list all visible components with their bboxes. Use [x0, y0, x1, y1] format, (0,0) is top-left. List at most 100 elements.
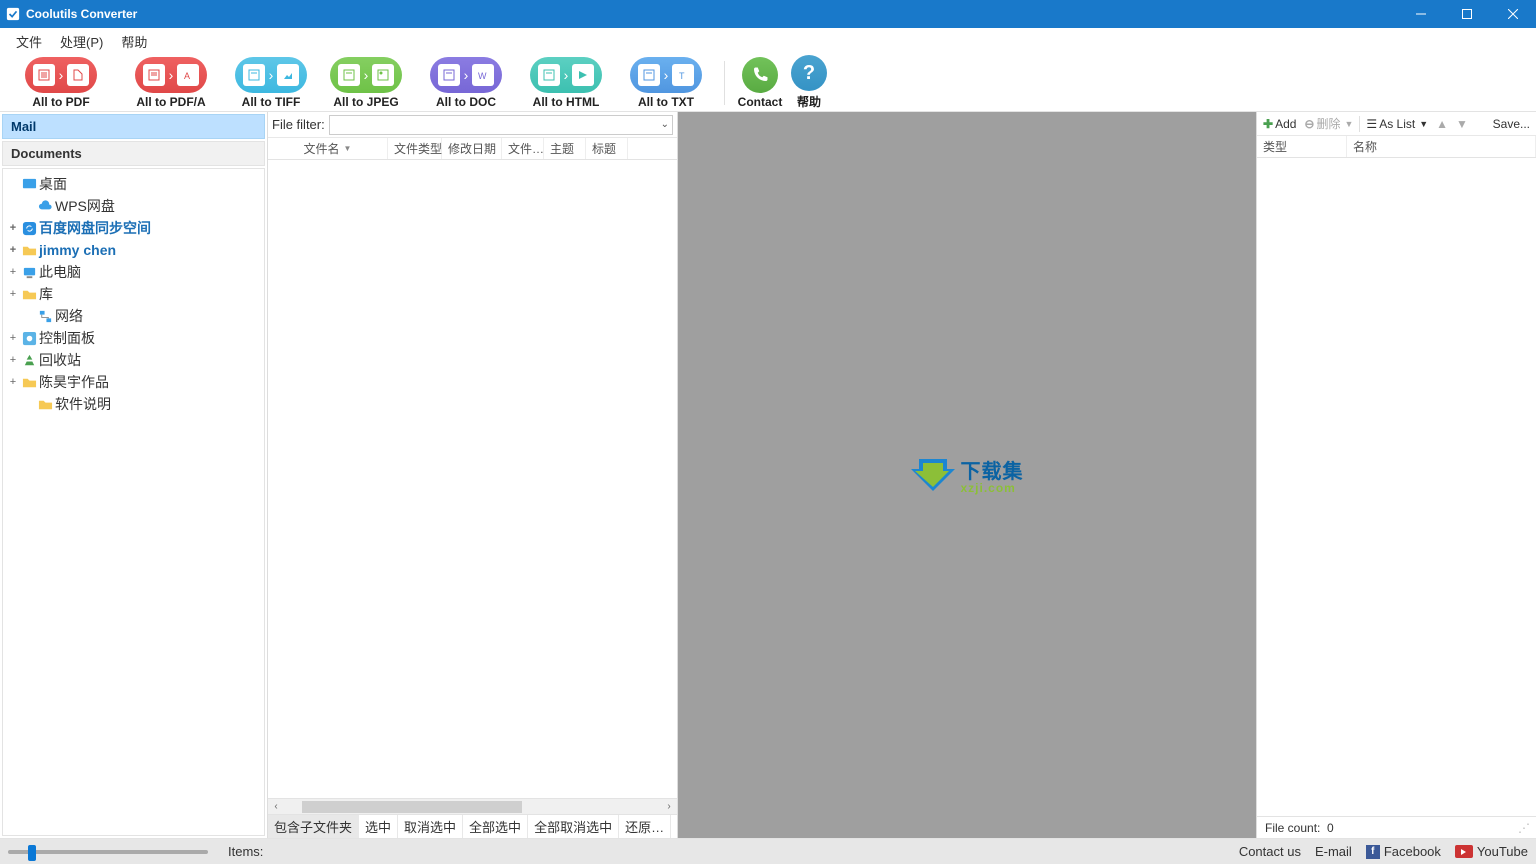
folder-tree[interactable]: 桌面 WPS网盘 +百度网盘同步空间 +jimmy chen +此电脑 +库 网… — [2, 168, 265, 836]
documents-header[interactable]: Documents — [2, 141, 265, 166]
email-link[interactable]: E-mail — [1315, 844, 1352, 859]
youtube-link[interactable]: YouTube — [1455, 844, 1528, 859]
tree-label: 陈昊宇作品 — [39, 372, 109, 392]
resize-grip-icon[interactable]: ⋰ — [1518, 821, 1528, 835]
tool-help[interactable]: ? 帮助 — [789, 55, 829, 110]
btn-restore[interactable]: 还原… — [619, 815, 671, 838]
tool-label: 帮助 — [797, 93, 821, 110]
scroll-thumb[interactable] — [302, 801, 522, 813]
btn-include-subfolders[interactable]: 包含子文件夹 — [268, 815, 359, 838]
scroll-left-icon[interactable]: ‹ — [268, 801, 284, 812]
left-panel: Mail Documents 桌面 WPS网盘 +百度网盘同步空间 +jimmy… — [0, 112, 268, 838]
watermark-text1: 下载集 — [961, 455, 1024, 484]
settings-icon — [21, 330, 37, 346]
titlebar: Coolutils Converter — [0, 0, 1536, 28]
add-button[interactable]: ✚Add — [1261, 116, 1298, 132]
tree-label: 库 — [39, 284, 53, 304]
scroll-right-icon[interactable]: › — [661, 801, 677, 812]
contact-us-link[interactable]: Contact us — [1239, 844, 1301, 859]
folder-icon — [21, 286, 37, 302]
sync-icon — [21, 220, 37, 236]
network-icon — [37, 308, 53, 324]
facebook-link[interactable]: fFacebook — [1366, 844, 1441, 859]
tree-desktop[interactable]: 桌面 — [3, 173, 264, 195]
btn-uncheck[interactable]: 取消选中 — [398, 815, 463, 838]
btn-check[interactable]: 选中 — [359, 815, 398, 838]
menubar: 文件 处理(P) 帮助 — [0, 28, 1536, 54]
filter-combo[interactable]: ⌄ — [329, 115, 673, 135]
folder-icon — [21, 374, 37, 390]
menu-help[interactable]: 帮助 — [113, 29, 155, 54]
tool-all-to-txt[interactable]: ›T All to TXT — [618, 57, 714, 109]
list-icon: ☰ — [1366, 117, 1377, 131]
col-name[interactable]: 名称 — [1347, 136, 1536, 157]
btn-uncheckall[interactable]: 全部取消选中 — [528, 815, 619, 838]
delete-button[interactable]: ⊖删除▼ — [1302, 114, 1355, 133]
col-filename[interactable]: 文件名▼ — [268, 138, 388, 159]
tool-all-to-tiff[interactable]: › All to TIFF — [228, 57, 314, 109]
save-button[interactable]: Save... — [1491, 116, 1532, 132]
minimize-button[interactable] — [1398, 0, 1444, 28]
tree-recycle[interactable]: +回收站 — [3, 349, 264, 371]
tree-jimmy[interactable]: +jimmy chen — [3, 239, 264, 261]
file-list-panel: File filter: ⌄ 文件名▼ 文件类型 修改日期 文件… 主题 标题 … — [268, 112, 678, 838]
tree-chen[interactable]: +陈昊宇作品 — [3, 371, 264, 393]
tool-contact[interactable]: Contact — [735, 57, 785, 109]
html-icon — [572, 64, 594, 86]
btn-checkall[interactable]: 全部选中 — [463, 815, 528, 838]
tree-controlpanel[interactable]: +控制面板 — [3, 327, 264, 349]
folder-icon — [37, 396, 53, 412]
tool-all-to-pdf[interactable]: › All to PDF — [8, 57, 114, 109]
svg-text:W: W — [478, 71, 487, 81]
zoom-slider[interactable] — [8, 850, 208, 854]
output-list[interactable] — [1257, 158, 1536, 816]
maximize-button[interactable] — [1444, 0, 1490, 28]
arrow-up-icon: ▲ — [1436, 117, 1448, 131]
cloud-icon — [37, 198, 53, 214]
file-list[interactable] — [268, 160, 677, 798]
recycle-icon — [21, 352, 37, 368]
tree-baidu[interactable]: +百度网盘同步空间 — [3, 217, 264, 239]
move-down-button[interactable]: ▼ — [1454, 116, 1470, 132]
move-up-button[interactable]: ▲ — [1434, 116, 1450, 132]
tree-library[interactable]: +库 — [3, 283, 264, 305]
menu-process[interactable]: 处理(P) — [52, 29, 111, 54]
horizontal-scrollbar[interactable]: ‹ › — [268, 798, 677, 814]
tree-wps[interactable]: WPS网盘 — [3, 195, 264, 217]
toolbar-separator — [724, 61, 725, 105]
plus-icon: ✚ — [1263, 117, 1273, 131]
tool-label: All to DOC — [436, 95, 496, 109]
question-icon: ? — [803, 62, 815, 85]
chevron-down-icon: ▼ — [1419, 119, 1428, 129]
col-file[interactable]: 文件… — [502, 138, 544, 159]
tool-all-to-pdfa[interactable]: ›A All to PDF/A — [118, 57, 224, 109]
tree-label: 百度网盘同步空间 — [39, 218, 151, 238]
sort-indicator-icon: ▼ — [344, 144, 352, 153]
col-title[interactable]: 标题 — [586, 138, 628, 159]
view-mode-button[interactable]: ☰As List▼ — [1364, 116, 1430, 132]
tree-label: jimmy chen — [39, 242, 116, 258]
tree-network[interactable]: 网络 — [3, 305, 264, 327]
col-subject[interactable]: 主题 — [544, 138, 586, 159]
col-filetype[interactable]: 文件类型 — [388, 138, 442, 159]
facebook-icon: f — [1366, 845, 1380, 859]
file-count-value: 0 — [1327, 821, 1334, 835]
menu-file[interactable]: 文件 — [8, 29, 50, 54]
tree-label: 控制面板 — [39, 328, 95, 348]
tree-softdesc[interactable]: 软件说明 — [3, 393, 264, 415]
computer-icon — [21, 264, 37, 280]
mail-header[interactable]: Mail — [2, 114, 265, 139]
col-type[interactable]: 类型 — [1257, 136, 1347, 157]
app-icon — [6, 7, 20, 21]
close-button[interactable] — [1490, 0, 1536, 28]
slider-knob[interactable] — [28, 845, 36, 861]
watermark-text2: xzji.com — [961, 481, 1024, 495]
tool-label: All to HTML — [533, 95, 600, 109]
tool-label: All to TIFF — [242, 95, 301, 109]
tool-all-to-html[interactable]: › All to HTML — [518, 57, 614, 109]
tool-all-to-jpeg[interactable]: › All to JPEG — [318, 57, 414, 109]
tool-all-to-doc[interactable]: ›W All to DOC — [418, 57, 514, 109]
tree-thispc[interactable]: +此电脑 — [3, 261, 264, 283]
col-modified[interactable]: 修改日期 — [442, 138, 502, 159]
tree-label: 桌面 — [39, 174, 67, 194]
